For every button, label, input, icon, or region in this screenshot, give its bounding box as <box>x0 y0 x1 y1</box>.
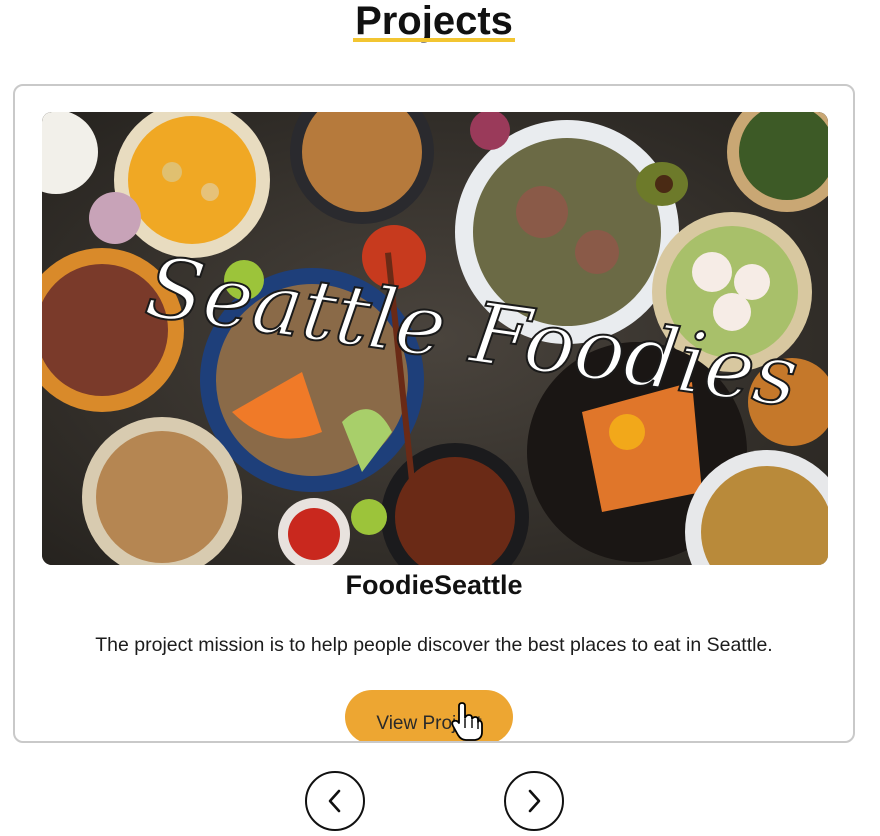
section-title-text: Projects <box>353 0 515 43</box>
section-title: Projects <box>0 0 868 42</box>
hand-pointer-cursor-icon <box>451 702 483 741</box>
food-collage-illustration: Seattle Foodies <box>42 112 828 565</box>
carousel-next-button[interactable] <box>504 771 564 831</box>
carousel-prev-button[interactable] <box>305 771 365 831</box>
project-image: Seattle Foodies <box>42 112 828 565</box>
project-description: The project mission is to help people di… <box>95 634 773 656</box>
project-name: FoodieSeattle <box>345 570 523 600</box>
project-card: Seattle Foodies FoodieSeattle The projec… <box>13 84 855 743</box>
chevron-right-icon <box>528 789 541 813</box>
chevron-left-icon <box>328 789 341 813</box>
view-project-button[interactable]: View Project <box>345 690 513 741</box>
